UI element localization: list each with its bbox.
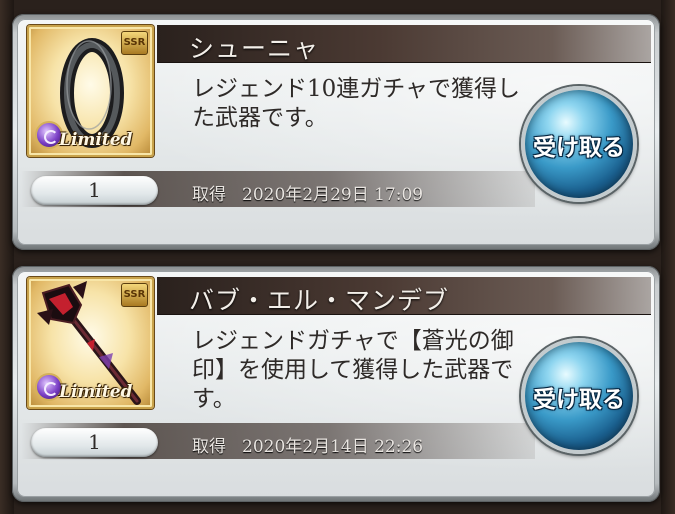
background-right-edge: [661, 0, 675, 514]
acquired-date: 2020年2月29日 17:09: [242, 185, 424, 205]
limited-label: Limited: [59, 130, 133, 150]
quantity-display: 1: [31, 428, 158, 457]
item-name: バブ・エル・マンデブ: [189, 286, 450, 315]
item-description: レジェンドガチャで【蒼光の御印】を使用して獲得した武器です。: [192, 328, 514, 412]
receive-button[interactable]: 受け取る: [521, 86, 637, 202]
weapon-thumbnail: SSR Limited: [27, 277, 154, 409]
acquired-info: 取得 2020年2月29日 17:09: [192, 180, 423, 205]
acquired-label: 取得: [192, 437, 226, 457]
item-title-bar: バブ・エル・マンデブ: [157, 277, 651, 315]
rarity-badge: SSR: [121, 283, 148, 307]
item-card: バブ・エル・マンデブ SSR Limited レジェンドガチャで【蒼光の御印】を…: [12, 266, 660, 502]
item-title-bar: シューニャ: [157, 25, 651, 63]
item-card-body: バブ・エル・マンデブ SSR Limited レジェンドガチャで【蒼光の御印】を…: [17, 271, 655, 497]
rarity-badge: SSR: [121, 31, 148, 55]
acquired-label: 取得: [192, 185, 226, 205]
acquired-date: 2020年2月14日 22:26: [242, 437, 424, 457]
receive-button[interactable]: 受け取る: [521, 338, 637, 454]
acquired-info: 取得 2020年2月14日 22:26: [192, 432, 423, 457]
weapon-thumbnail: SSR Limited: [27, 25, 154, 157]
item-description: レジェンド10連ガチャで獲得した武器です。: [192, 76, 521, 131]
item-name: シューニャ: [189, 34, 320, 63]
limited-label: Limited: [59, 382, 133, 402]
item-card-body: シューニャ SSR Limited レジェンド10連ガチャで獲得した武器です。 …: [17, 19, 655, 245]
quantity-display: 1: [31, 176, 158, 205]
receive-button-label: 受け取る: [533, 387, 625, 413]
item-card: シューニャ SSR Limited レジェンド10連ガチャで獲得した武器です。 …: [12, 14, 660, 250]
receive-button-label: 受け取る: [533, 135, 625, 161]
